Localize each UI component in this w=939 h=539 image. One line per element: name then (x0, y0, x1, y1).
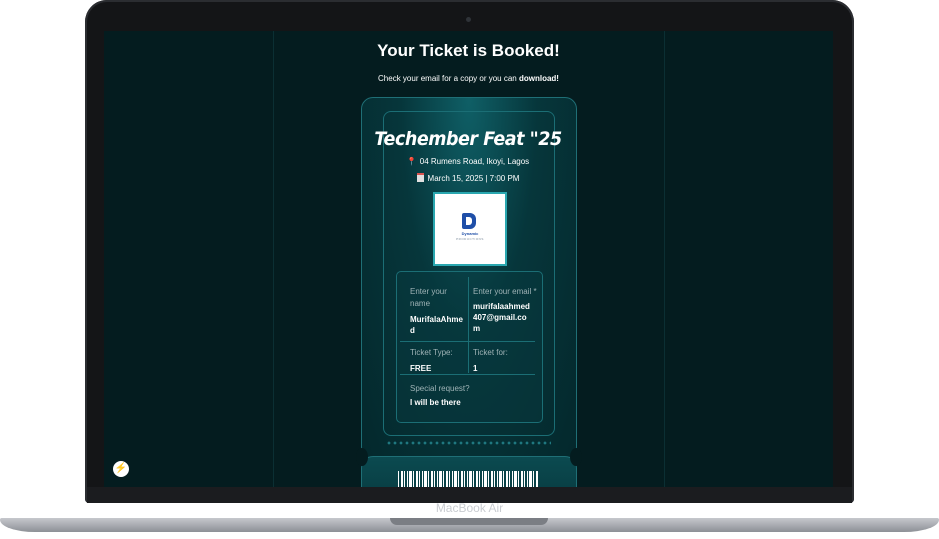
ticket-type-value: FREE (410, 364, 432, 373)
details-divider-vertical (468, 277, 469, 373)
device-brand-label: MacBook Air (435, 501, 504, 515)
page-title: Your Ticket is Booked! (377, 41, 560, 60)
lightning-icon[interactable]: ⚡ (113, 461, 129, 477)
screen: Your Ticket is Booked! Check your email … (104, 31, 833, 487)
download-link[interactable]: download! (519, 74, 559, 83)
event-location: 📍 04 Rumens Road, Ikoyi, Lagos (361, 157, 575, 166)
logo-name: Dynamic (461, 231, 479, 236)
location-pin-icon: 📍 (406, 157, 417, 166)
subtitle-text: Check your email for a copy or you can (378, 74, 519, 83)
special-request-label: Special request? (410, 384, 470, 393)
ticket-for-label: Ticket for: (473, 348, 508, 357)
email-value: murifalaahmed407@gmail.com (473, 302, 530, 333)
details-divider (400, 374, 535, 375)
special-request-value: I will be there (410, 398, 461, 407)
page-subtitle: Check your email for a copy or you can d… (104, 74, 833, 83)
logo-icon (462, 213, 476, 229)
ticket-notch-left (356, 448, 368, 466)
barcode (398, 471, 538, 487)
details-divider (400, 341, 535, 342)
ticket-type-label: Ticket Type: (410, 348, 453, 357)
calendar-icon (416, 173, 424, 182)
laptop-notch (390, 518, 548, 525)
background-line (664, 31, 665, 487)
event-datetime-text: March 15, 2025 | 7:00 PM (427, 174, 520, 183)
logo-subtitle: PRODUCTIONS (456, 237, 484, 241)
name-value: MurifalaAhmed (410, 315, 463, 335)
event-name: Techember Feat "25 (374, 128, 562, 150)
event-datetime: March 15, 2025 | 7:00 PM (361, 173, 575, 183)
name-label: Enter your name (410, 287, 447, 308)
ticket-for-value: 1 (473, 364, 478, 373)
email-label: Enter your email * (473, 287, 537, 296)
ticket-perforation (386, 441, 551, 445)
event-location-text: 04 Rumens Road, Ikoyi, Lagos (419, 157, 530, 166)
ticket-notch-right (570, 448, 582, 466)
camera (466, 17, 471, 22)
event-image: Dynamic PRODUCTIONS (433, 192, 507, 266)
background-line (273, 31, 274, 487)
